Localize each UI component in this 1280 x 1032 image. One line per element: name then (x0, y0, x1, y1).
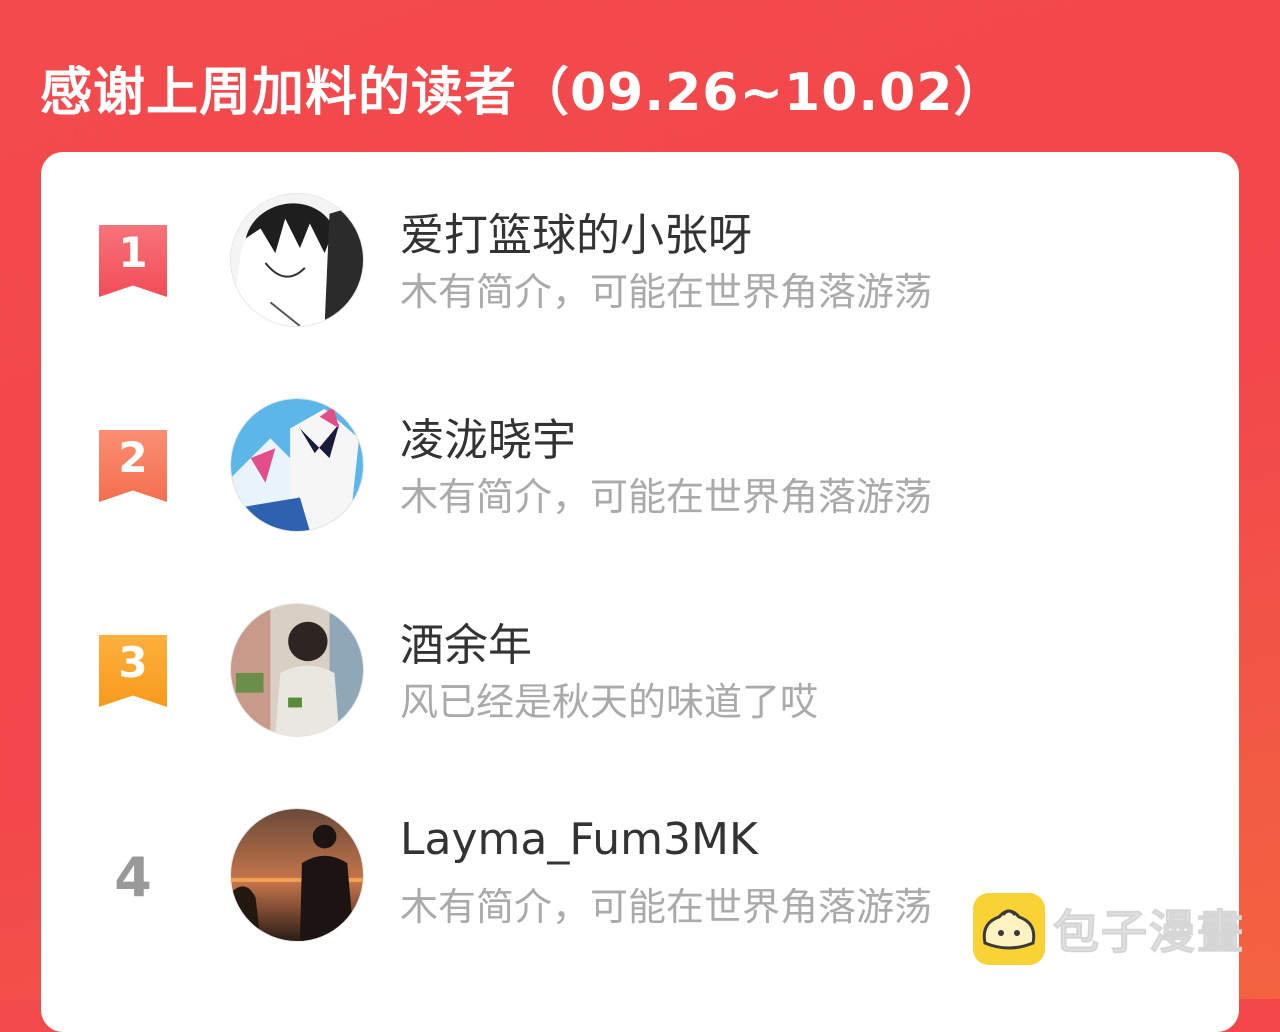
reader-desc: 木有简介，可能在世界角落游荡 (400, 885, 933, 929)
reader-name: 爱打篮球的小张呀 (400, 210, 752, 261)
avatar[interactable] (230, 193, 364, 327)
reader-name: 酒余年 (400, 620, 532, 671)
watermark-text: 包子漫畫 (1053, 905, 1245, 960)
reader-desc: 木有简介，可能在世界角落游荡 (400, 475, 933, 519)
rank-badge: 3 (99, 635, 167, 707)
rank-number: 4 (114, 846, 152, 909)
reader-row[interactable]: 1 爱打篮球的小张呀 木有简介，可能在世界角落游荡 (41, 193, 1239, 333)
reader-row[interactable]: 2 凌泷晓宇 木有简介，可能在世界角落游荡 (41, 398, 1239, 538)
rank-badge: 1 (99, 225, 167, 297)
avatar[interactable] (230, 603, 364, 737)
reader-desc: 木有简介，可能在世界角落游荡 (400, 270, 933, 314)
avatar-image (231, 399, 363, 531)
page-title: 感谢上周加料的读者（09.26~10.02） (40, 63, 1007, 123)
reader-desc: 风已经是秋天的味道了哎 (400, 680, 819, 724)
avatar-image (231, 194, 363, 326)
watermark: 包子漫畫 (973, 892, 1245, 966)
rank-badge: 2 (99, 430, 167, 502)
reader-name: Layma_Fum3MK (400, 814, 758, 865)
avatar[interactable] (230, 808, 364, 942)
bun-icon (973, 893, 1045, 965)
avatar-image (231, 604, 363, 736)
avatar-image (231, 809, 363, 941)
reader-name: 凌泷晓宇 (400, 415, 576, 466)
reader-row[interactable]: 3 酒余年 风已经是秋天的味道了哎 (41, 603, 1239, 743)
avatar[interactable] (230, 398, 364, 532)
